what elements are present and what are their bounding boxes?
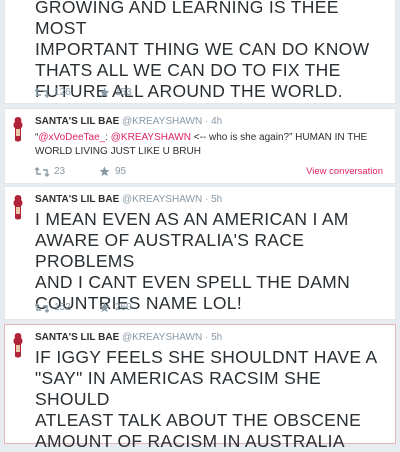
favorite-count: 153	[115, 87, 132, 98]
favorite-star-icon	[99, 302, 110, 313]
retweet-count: 126	[54, 87, 71, 98]
tweet-1[interactable]: GROWING AND LEARNING IS THEE MOST IMPORT…	[4, 0, 396, 104]
separator: ·	[204, 116, 209, 127]
separator: ·	[204, 194, 209, 205]
retweet-icon	[35, 87, 49, 98]
tweet-4-line-2: "SAY" IN AMERICAS RACSIM SHE SHOULD	[35, 368, 321, 409]
tweet-3-line-2: AWARE OF AUSTRALIA'S RACE PROBLEMS	[35, 230, 305, 271]
tweet-3-line-3: AND I CANT EVEN SPELL THE DAMN	[35, 272, 351, 292]
retweet-button[interactable]: 23	[35, 166, 65, 177]
retweet-button[interactable]: 126	[35, 87, 71, 98]
favorite-button[interactable]: 95	[99, 166, 126, 177]
timestamp[interactable]: 5h	[211, 194, 222, 205]
tweet-2-body: “@xVoDeeTae_: @KREAYSHAWN <-- who is she…	[35, 131, 387, 159]
tweet-4-body: IF IGGY FEELS SHE SHOULDNT HAVE A "SAY" …	[35, 347, 387, 452]
favorite-count: 260	[115, 302, 132, 313]
tweet-1-line-4: FUTURE ALL AROUND THE WORLD.	[35, 81, 343, 101]
tweet-1-line-3: THATS ALL WE CAN DO TO FIX THE	[35, 60, 341, 80]
view-conversation-link[interactable]: View conversation	[306, 166, 383, 177]
avatar[interactable]	[11, 332, 25, 360]
mention-link[interactable]: @KREAYSHAWN	[111, 132, 191, 143]
tweet-3-line-4: COUNTRIES NAME LOL!	[35, 293, 242, 313]
favorite-button[interactable]: 153	[99, 87, 132, 98]
mention-link[interactable]: @xVoDeeTae_	[38, 132, 105, 143]
tweet-3[interactable]: SANTA'S LIL BAE @KREAYSHAWN · 5h I MEAN …	[4, 186, 396, 320]
retweet-count: 23	[54, 166, 66, 177]
favorite-star-icon	[99, 87, 110, 98]
tweet-2-header: SANTA'S LIL BAE @KREAYSHAWN · 4h	[35, 116, 389, 127]
retweet-button[interactable]: 152	[35, 302, 71, 313]
author-handle[interactable]: @KREAYSHAWN	[122, 332, 202, 343]
tweet-1-line-1: GROWING AND LEARNING IS THEE MOST	[35, 0, 339, 38]
tweet-4-line-1: IF IGGY FEELS SHE SHOULDNT HAVE A	[35, 347, 378, 367]
timestamp[interactable]: 5h	[211, 332, 222, 343]
tweet-2[interactable]: SANTA'S LIL BAE @KREAYSHAWN · 4h “@xVoDe…	[4, 108, 396, 184]
favorite-button[interactable]: 260	[99, 302, 132, 313]
author-name[interactable]: SANTA'S LIL BAE	[35, 194, 119, 205]
retweet-count: 152	[54, 302, 71, 313]
tweet-1-line-2: IMPORTANT THING WE CAN DO KNOW	[35, 39, 370, 59]
retweet-icon	[35, 166, 49, 177]
favorite-count: 95	[115, 166, 127, 177]
tweet-4-header: SANTA'S LIL BAE @KREAYSHAWN · 5h	[35, 332, 389, 343]
separator: ·	[204, 332, 209, 343]
tweet-3-header: SANTA'S LIL BAE @KREAYSHAWN · 5h	[35, 194, 389, 205]
tweet-2-line-1: “@xVoDeeTae_: @KREAYSHAWN <-- who is she…	[35, 131, 387, 145]
tweet-4[interactable]: SANTA'S LIL BAE @KREAYSHAWN · 5h IF IGGY…	[4, 324, 396, 451]
avatar[interactable]	[11, 116, 25, 144]
author-handle[interactable]: @KREAYSHAWN	[122, 194, 202, 205]
author-name[interactable]: SANTA'S LIL BAE	[35, 332, 119, 343]
avatar[interactable]	[11, 194, 25, 222]
tweet-2-line-2: WORLD LIVING JUST LIKE U BRUH	[35, 146, 201, 157]
tweet-4-line-3: ATLEAST TALK ABOUT THE OBSCENE	[35, 410, 362, 430]
tweet-2-text: <-- who is she again?” HUMAN IN THE	[190, 132, 368, 143]
author-name[interactable]: SANTA'S LIL BAE	[35, 116, 119, 127]
favorite-star-icon	[99, 166, 110, 177]
tweet-3-line-1: I MEAN EVEN AS AN AMERICAN I AM	[35, 209, 349, 229]
timestamp[interactable]: 4h	[211, 116, 222, 127]
tweet-1-body: GROWING AND LEARNING IS THEE MOST IMPORT…	[35, 0, 387, 102]
author-handle[interactable]: @KREAYSHAWN	[122, 116, 202, 127]
retweet-icon	[35, 302, 49, 313]
tweet-3-body: I MEAN EVEN AS AN AMERICAN I AM AWARE OF…	[35, 209, 387, 314]
tweet-4-line-4: AMOUNT OF RACISM IN AUSTRALIA	[35, 431, 345, 451]
